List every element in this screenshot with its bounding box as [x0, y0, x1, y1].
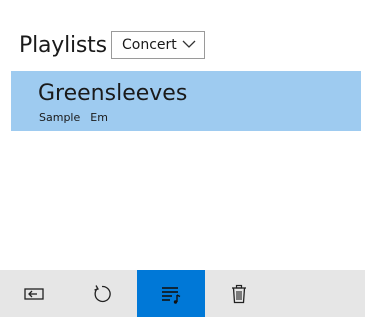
playlist-item-title: Greensleeves: [38, 81, 188, 106]
refresh-button[interactable]: [68, 270, 136, 317]
back-to-window-icon: [24, 287, 44, 300]
playlist-music-icon: [162, 286, 181, 304]
chevron-down-icon: [182, 40, 196, 48]
mode-dropdown[interactable]: Concert: [111, 31, 205, 59]
playlist-button[interactable]: [137, 270, 205, 317]
playlist-item-meta: Sample Em: [39, 111, 108, 124]
delete-button[interactable]: [205, 270, 273, 317]
playlists-title: Playlists: [19, 33, 107, 58]
delete-icon: [232, 284, 246, 303]
playlist-item-tag: Sample: [39, 111, 81, 124]
back-to-window-button[interactable]: [0, 270, 68, 317]
playlist-item[interactable]: Greensleeves Sample Em: [11, 71, 361, 131]
playlist-item-key: Em: [90, 111, 108, 124]
refresh-icon: [94, 284, 111, 302]
mode-dropdown-value: Concert: [122, 37, 177, 53]
bottom-toolbar: [0, 270, 365, 317]
